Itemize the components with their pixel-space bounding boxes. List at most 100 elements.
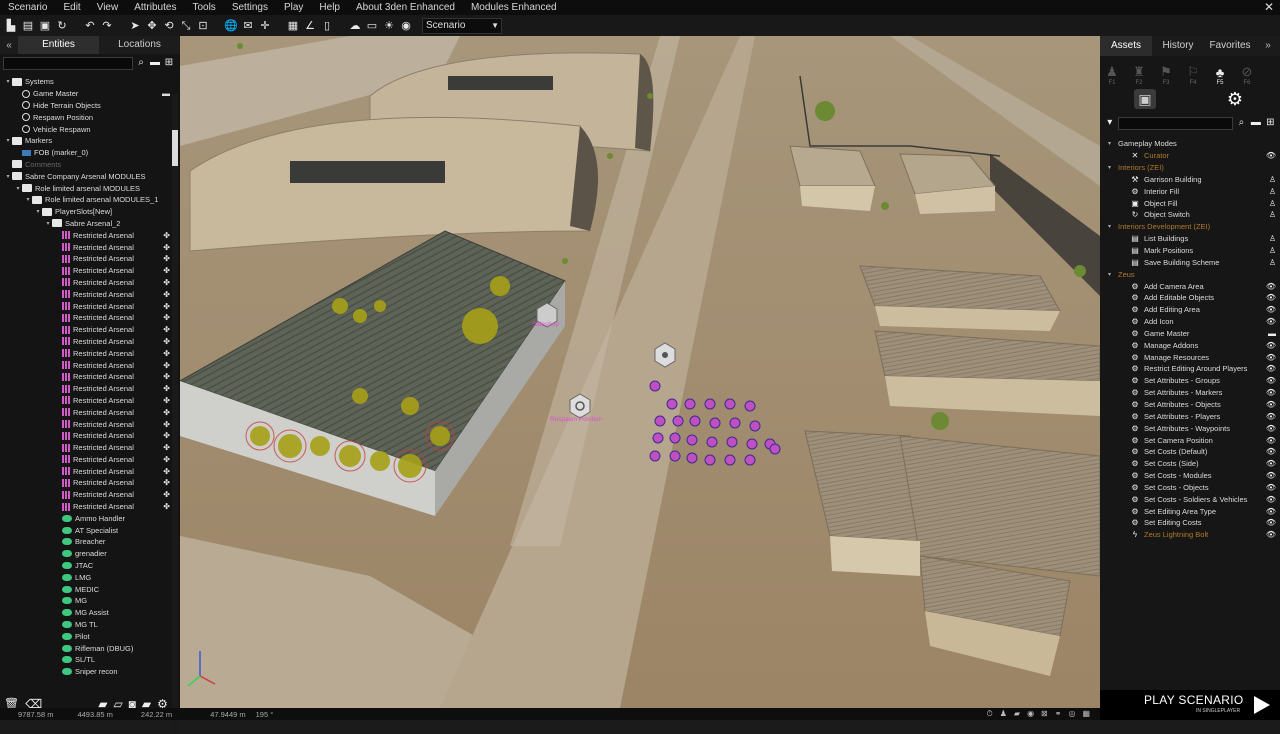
asset-category[interactable]: ▾ Gameplay Modes: [1100, 138, 1280, 150]
asset-item[interactable]: ⚙ Set Camera Position 👁: [1100, 434, 1280, 446]
snap-grid-icon[interactable]: ⊡: [196, 19, 210, 33]
timer-icon[interactable]: ⏱: [986, 709, 992, 719]
tree-item[interactable]: Respawn Position: [0, 111, 172, 123]
angle-icon[interactable]: ∠: [303, 19, 317, 33]
tab-history[interactable]: History: [1152, 36, 1204, 56]
eye-icon[interactable]: ◎: [1068, 709, 1075, 719]
expand-toggle-icon[interactable]: ▾: [1108, 271, 1118, 278]
sun-icon[interactable]: ☀: [382, 19, 396, 33]
menu-view[interactable]: View: [89, 2, 127, 13]
asset-category[interactable]: ▾ Interiors Development (ZEI): [1100, 221, 1280, 233]
asset-item[interactable]: ↻ Object Switch ♙: [1100, 209, 1280, 221]
category-groups-icon[interactable]: ♜ F2: [1131, 64, 1147, 86]
visibility-icon[interactable]: 👁: [1266, 341, 1276, 350]
visibility-icon[interactable]: 👁: [1266, 400, 1276, 409]
asset-item[interactable]: ▤ List Buildings ♙: [1100, 233, 1280, 245]
tree-item[interactable]: AT Specialist: [0, 524, 172, 536]
asset-item[interactable]: ⚙ Add Editable Objects 👁: [1100, 292, 1280, 304]
tree-item[interactable]: Vehicle Respawn: [0, 123, 172, 135]
collapse-all-icon[interactable]: ▬: [149, 57, 161, 69]
asset-item[interactable]: ⚙ Manage Addons 👁: [1100, 339, 1280, 351]
tree-item[interactable]: ▾ Role limited arsenal MODULES: [0, 182, 172, 194]
asset-item[interactable]: ⚙ Set Attributes - Objects 👁: [1100, 399, 1280, 411]
visibility-icon[interactable]: 👁: [1266, 364, 1276, 373]
asset-item[interactable]: ⚙ Set Attributes - Groups 👁: [1100, 375, 1280, 387]
tree-item[interactable]: grenadier: [0, 548, 172, 560]
tree-item-action-icon[interactable]: ✤: [163, 313, 170, 322]
tree-item-action-icon[interactable]: ✤: [163, 290, 170, 299]
people-icon[interactable]: ♟: [1000, 709, 1007, 719]
visibility-icon[interactable]: 👁: [1266, 518, 1276, 527]
tree-item-action-icon[interactable]: ✤: [163, 278, 170, 287]
visibility-icon[interactable]: 👁: [1266, 495, 1276, 504]
grid-icon[interactable]: ▦: [286, 19, 300, 33]
tree-item-action-icon[interactable]: ✤: [163, 443, 170, 452]
asset-item[interactable]: ▣ Object Fill ♙: [1100, 197, 1280, 209]
tree-item[interactable]: Restricted Arsenal ✤: [0, 395, 172, 407]
collapse-right-icon[interactable]: »: [1256, 36, 1280, 56]
collapse-all-icon[interactable]: ▬: [1250, 117, 1261, 129]
asset-item[interactable]: ⚙ Set Costs (Side) 👁: [1100, 458, 1280, 470]
expand-toggle-icon[interactable]: ▾: [1108, 140, 1118, 147]
visibility-icon[interactable]: 👁: [1266, 388, 1276, 397]
search-icon[interactable]: ⌕: [1236, 117, 1247, 129]
visibility-icon[interactable]: ▬: [1268, 329, 1276, 338]
rotate-icon[interactable]: ⟲: [162, 19, 176, 33]
tree-item[interactable]: ▾ PlayerSlots[New]: [0, 206, 172, 218]
visibility-icon[interactable]: ♙: [1269, 199, 1276, 208]
expand-toggle-icon[interactable]: ▾: [4, 137, 12, 144]
category-objects-icon[interactable]: ♟ F1: [1104, 64, 1120, 86]
tree-item[interactable]: LMG: [0, 571, 172, 583]
expand-toggle-icon[interactable]: ▾: [34, 208, 42, 215]
open-icon[interactable]: ▤: [21, 19, 35, 33]
subcategory-a-icon[interactable]: ▣: [1134, 89, 1156, 109]
tab-entities[interactable]: Entities: [18, 36, 99, 54]
tree-item[interactable]: FOB (marker_0): [0, 147, 172, 159]
link-icon[interactable]: ⚭: [1055, 709, 1062, 719]
asset-item[interactable]: ✕ Curator 👁: [1100, 150, 1280, 162]
tree-item[interactable]: Restricted Arsenal ✤: [0, 359, 172, 371]
expand-all-icon[interactable]: ⊞: [1265, 117, 1276, 129]
asset-item[interactable]: ⚙ Set Costs - Soldiers & Vehicles 👁: [1100, 493, 1280, 505]
visibility-icon[interactable]: 👁: [1266, 353, 1276, 362]
tree-item[interactable]: Hide Terrain Objects: [0, 100, 172, 112]
tree-item-action-icon[interactable]: ✤: [163, 243, 170, 252]
visibility-icon[interactable]: 👁: [1266, 459, 1276, 468]
category-markers-icon[interactable]: ⊘ F6: [1239, 64, 1255, 86]
expand-toggle-icon[interactable]: ▾: [14, 185, 22, 192]
scenario-dropdown[interactable]: Scenario ▼: [422, 17, 502, 34]
tree-item[interactable]: MEDIC: [0, 583, 172, 595]
tree-item[interactable]: ▾ Markers: [0, 135, 172, 147]
tree-item-action-icon[interactable]: ✤: [163, 396, 170, 405]
tree-item-action-icon[interactable]: ✤: [163, 490, 170, 499]
tree-item[interactable]: Restricted Arsenal ✤: [0, 312, 172, 324]
menu-modules-enhanced[interactable]: Modules Enhanced: [463, 2, 565, 13]
asset-item[interactable]: ⚙ Set Costs - Modules 👁: [1100, 470, 1280, 482]
tree-item[interactable]: Game Master ▬: [0, 88, 172, 100]
close-icon[interactable]: ✕: [1264, 0, 1274, 14]
tab-assets[interactable]: Assets: [1100, 36, 1152, 56]
menu-play[interactable]: Play: [276, 2, 311, 13]
filter-dropdown-icon[interactable]: ▾: [1104, 117, 1115, 129]
menu-settings[interactable]: Settings: [224, 2, 276, 13]
tree-item[interactable]: MG Assist: [0, 607, 172, 619]
asset-item[interactable]: ⚙ Set Attributes - Markers 👁: [1100, 387, 1280, 399]
tree-item-action-icon[interactable]: ✤: [163, 266, 170, 275]
tree-item[interactable]: Restricted Arsenal ✤: [0, 265, 172, 277]
visibility-icon[interactable]: ♙: [1269, 246, 1276, 255]
tree-item-action-icon[interactable]: ✤: [163, 420, 170, 429]
scale-icon[interactable]: ⤡: [179, 19, 193, 33]
tree-item-action-icon[interactable]: ✤: [163, 455, 170, 464]
eye-icon[interactable]: ◉: [399, 19, 413, 33]
menu-attributes[interactable]: Attributes: [126, 2, 184, 13]
visibility-icon[interactable]: 👁: [1266, 282, 1276, 291]
grid-toggle-icon[interactable]: ▦: [1082, 709, 1090, 719]
tree-item[interactable]: ▾ Sabre Company Arsenal MODULES: [0, 170, 172, 182]
asset-category[interactable]: ▾ Zeus: [1100, 268, 1280, 280]
tree-item-action-icon[interactable]: ✤: [163, 384, 170, 393]
category-triggers-icon[interactable]: ⚑ F3: [1158, 64, 1174, 86]
tree-item-action-icon[interactable]: ✤: [163, 254, 170, 263]
visibility-icon[interactable]: 👁: [1266, 483, 1276, 492]
asset-item[interactable]: ⚙ Game Master ▬: [1100, 328, 1280, 340]
visibility-icon[interactable]: 👁: [1266, 436, 1276, 445]
